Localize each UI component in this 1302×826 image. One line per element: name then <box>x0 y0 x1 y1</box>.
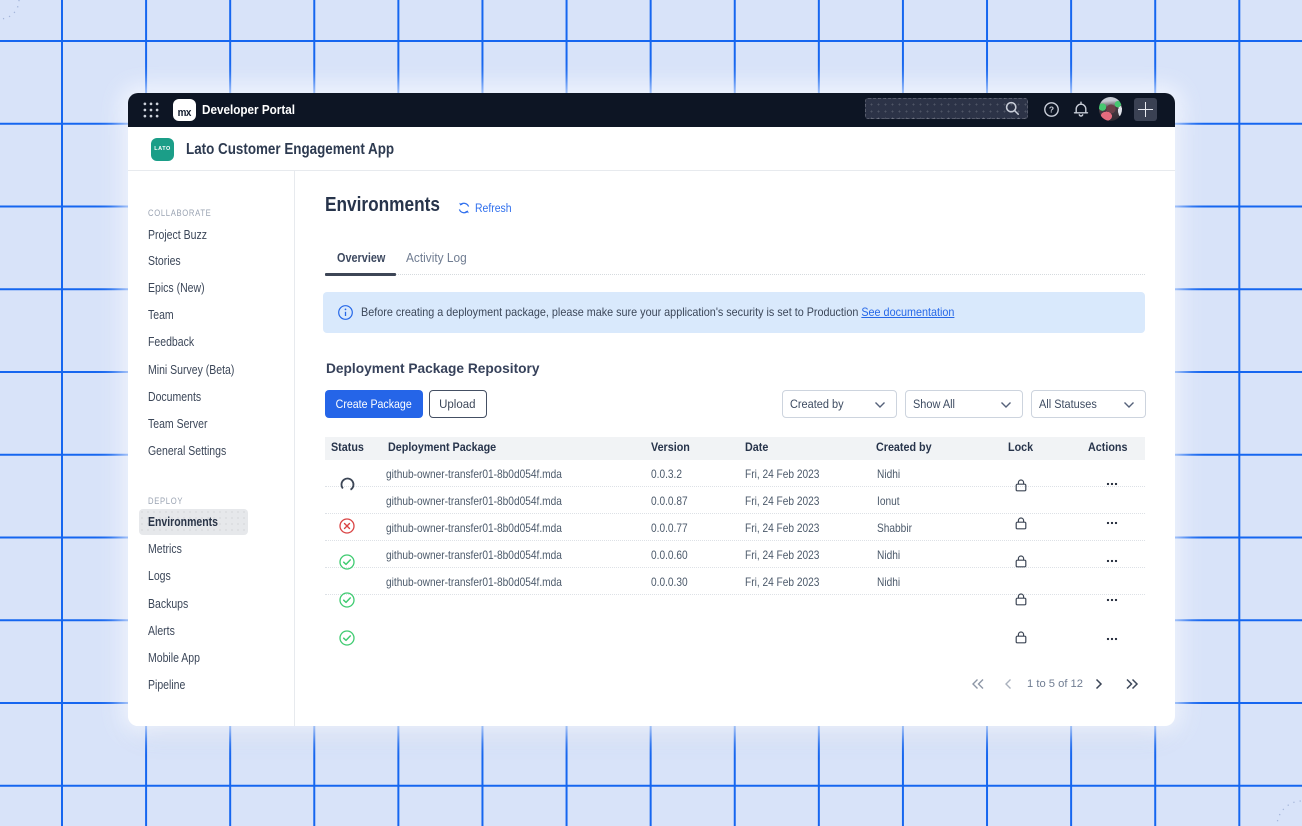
svg-text:?: ? <box>1048 104 1053 114</box>
